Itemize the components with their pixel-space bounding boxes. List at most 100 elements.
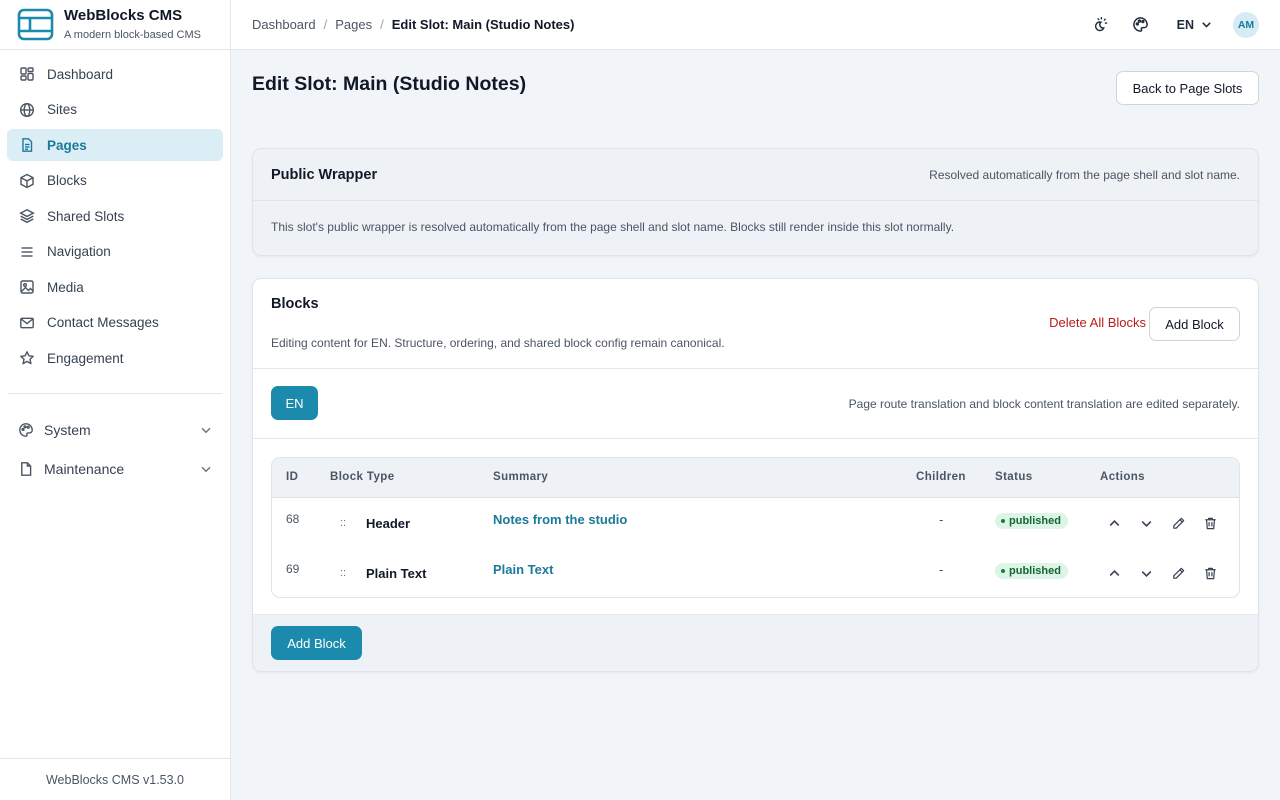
public-wrapper-title: Public Wrapper xyxy=(271,166,378,183)
public-wrapper-body: This slot's public wrapper is resolved a… xyxy=(271,220,955,234)
sidebar-item-label: Sites xyxy=(47,102,78,117)
sidebar-item-label: Dashboard xyxy=(47,66,114,82)
page-title: Edit Slot: Main (Studio Notes) xyxy=(252,73,527,95)
sidebar-item-sites[interactable]: Sites xyxy=(7,94,223,126)
block-type: Header xyxy=(366,516,411,531)
move-up-button[interactable] xyxy=(1104,564,1124,582)
sidebar-nav: Dashboard Sites Pages Blocks Shared Slot… xyxy=(0,50,230,374)
sidebar: WebBlocks CMS A modern block-based CMS D… xyxy=(0,0,231,800)
language-row: EN Page route translation and block cont… xyxy=(253,369,1258,439)
pencil-icon xyxy=(1172,517,1184,529)
blocks-subtitle: Editing content for EN. Structure, order… xyxy=(271,336,725,350)
column-header-block-type: Block Type xyxy=(330,471,395,483)
trash-icon xyxy=(1204,517,1216,529)
grid-icon xyxy=(20,67,34,81)
file-icon xyxy=(21,462,32,476)
public-wrapper-hint: Resolved automatically from the page she… xyxy=(929,167,1240,182)
table-header: ID Block Type Summary Children Status Ac… xyxy=(272,458,1239,498)
language-select[interactable]: EN xyxy=(1177,18,1213,32)
theme-toggle-button[interactable] xyxy=(1086,11,1114,39)
column-header-children: Children xyxy=(916,471,966,483)
blocks-card: Blocks Editing content for EN. Structure… xyxy=(252,278,1259,672)
brand[interactable]: WebBlocks CMS A modern block-based CMS xyxy=(0,0,230,50)
move-down-button[interactable] xyxy=(1136,564,1156,582)
block-summary-link[interactable]: Notes from the studio xyxy=(493,512,627,527)
column-header-id: ID xyxy=(286,471,299,483)
sidebar-item-navigation[interactable]: Navigation xyxy=(7,236,223,268)
block-children: - xyxy=(939,562,944,577)
star-icon xyxy=(20,351,34,365)
sidebar-item-label: Engagement xyxy=(47,350,124,366)
trash-icon xyxy=(1204,567,1216,579)
sidebar-item-engagement[interactable]: Engagement xyxy=(7,342,223,374)
globe-icon xyxy=(19,102,35,117)
sidebar-item-label: Shared Slots xyxy=(47,208,125,224)
sidebar-item-dashboard[interactable]: Dashboard xyxy=(7,58,223,90)
chevron-down-icon xyxy=(201,466,211,473)
chevron-down-icon xyxy=(201,427,211,434)
block-children: - xyxy=(939,512,944,527)
table-row: 68 :: Header Notes from the studio - pub… xyxy=(272,498,1239,548)
add-block-button[interactable]: Add Block xyxy=(1149,307,1240,341)
block-id: 68 xyxy=(286,512,300,526)
block-id: 69 xyxy=(286,562,300,576)
app-version: WebBlocks CMS v1.53.0 xyxy=(0,758,230,800)
layers-icon xyxy=(19,209,35,224)
table-row: 69 :: Plain Text Plain Text - published xyxy=(272,548,1239,597)
delete-button[interactable] xyxy=(1200,514,1220,532)
back-to-page-slots-button[interactable]: Back to Page Slots xyxy=(1116,71,1259,105)
delete-button[interactable] xyxy=(1200,564,1220,582)
blocks-footer: Add Block xyxy=(253,614,1258,671)
sidebar-item-shared-slots[interactable]: Shared Slots xyxy=(7,200,223,232)
sidebar-divider xyxy=(8,393,222,394)
main-content: Edit Slot: Main (Studio Notes) Back to P… xyxy=(231,50,1280,800)
public-wrapper-card: Public Wrapper Resolved automatically fr… xyxy=(252,148,1259,256)
language-tab-en[interactable]: EN xyxy=(271,386,318,420)
breadcrumb-separator: / xyxy=(380,17,384,32)
app-name: WebBlocks CMS xyxy=(64,7,183,24)
block-type: Plain Text xyxy=(366,566,427,581)
status-badge: published xyxy=(995,513,1068,529)
move-up-button[interactable] xyxy=(1104,514,1124,532)
breadcrumb-dashboard[interactable]: Dashboard xyxy=(252,17,316,32)
sidebar-group-label: System xyxy=(44,422,91,438)
chevron-down-icon xyxy=(1202,22,1211,28)
edit-button[interactable] xyxy=(1168,564,1188,582)
edit-button[interactable] xyxy=(1168,514,1188,532)
image-icon xyxy=(20,280,34,294)
document-icon xyxy=(22,138,33,152)
breadcrumb-pages[interactable]: Pages xyxy=(335,17,372,32)
sidebar-group-maintenance[interactable]: Maintenance xyxy=(7,451,223,487)
drag-handle[interactable]: :: xyxy=(340,567,346,579)
delete-all-blocks-button[interactable]: Delete All Blocks xyxy=(1049,315,1146,330)
column-header-actions: Actions xyxy=(1100,471,1145,483)
sidebar-group-system[interactable]: System xyxy=(7,412,223,448)
sidebar-group-label: Maintenance xyxy=(44,461,125,477)
drag-handle[interactable]: :: xyxy=(340,517,346,529)
column-header-summary: Summary xyxy=(493,471,549,483)
sun-moon-icon xyxy=(1095,16,1108,32)
chevron-down-icon xyxy=(1141,520,1151,527)
palette-icon xyxy=(19,423,33,437)
breadcrumb: Dashboard / Pages / Edit Slot: Main (Stu… xyxy=(252,17,574,32)
logo-icon xyxy=(17,8,54,41)
mail-icon xyxy=(20,317,34,328)
block-summary-link[interactable]: Plain Text xyxy=(493,562,553,577)
palette-button[interactable] xyxy=(1127,11,1155,39)
language-note: Page route translation and block content… xyxy=(848,397,1240,411)
app-tagline: A modern block-based CMS xyxy=(64,29,201,41)
pencil-icon xyxy=(1172,567,1184,579)
move-down-button[interactable] xyxy=(1136,514,1156,532)
sidebar-item-label: Media xyxy=(47,279,84,295)
sidebar-item-pages[interactable]: Pages xyxy=(7,129,223,161)
sidebar-item-media[interactable]: Media xyxy=(7,271,223,303)
chevron-down-icon xyxy=(1141,570,1151,577)
public-wrapper-header: Public Wrapper Resolved automatically fr… xyxy=(253,149,1258,201)
add-block-footer-button[interactable]: Add Block xyxy=(271,626,362,660)
sidebar-item-contact-messages[interactable]: Contact Messages xyxy=(7,307,223,339)
sidebar-item-label: Navigation xyxy=(47,244,111,259)
menu-icon xyxy=(21,246,33,257)
avatar[interactable]: AM xyxy=(1233,11,1259,38)
sidebar-item-blocks[interactable]: Blocks xyxy=(7,165,223,197)
sidebar-item-label: Contact Messages xyxy=(47,315,159,330)
